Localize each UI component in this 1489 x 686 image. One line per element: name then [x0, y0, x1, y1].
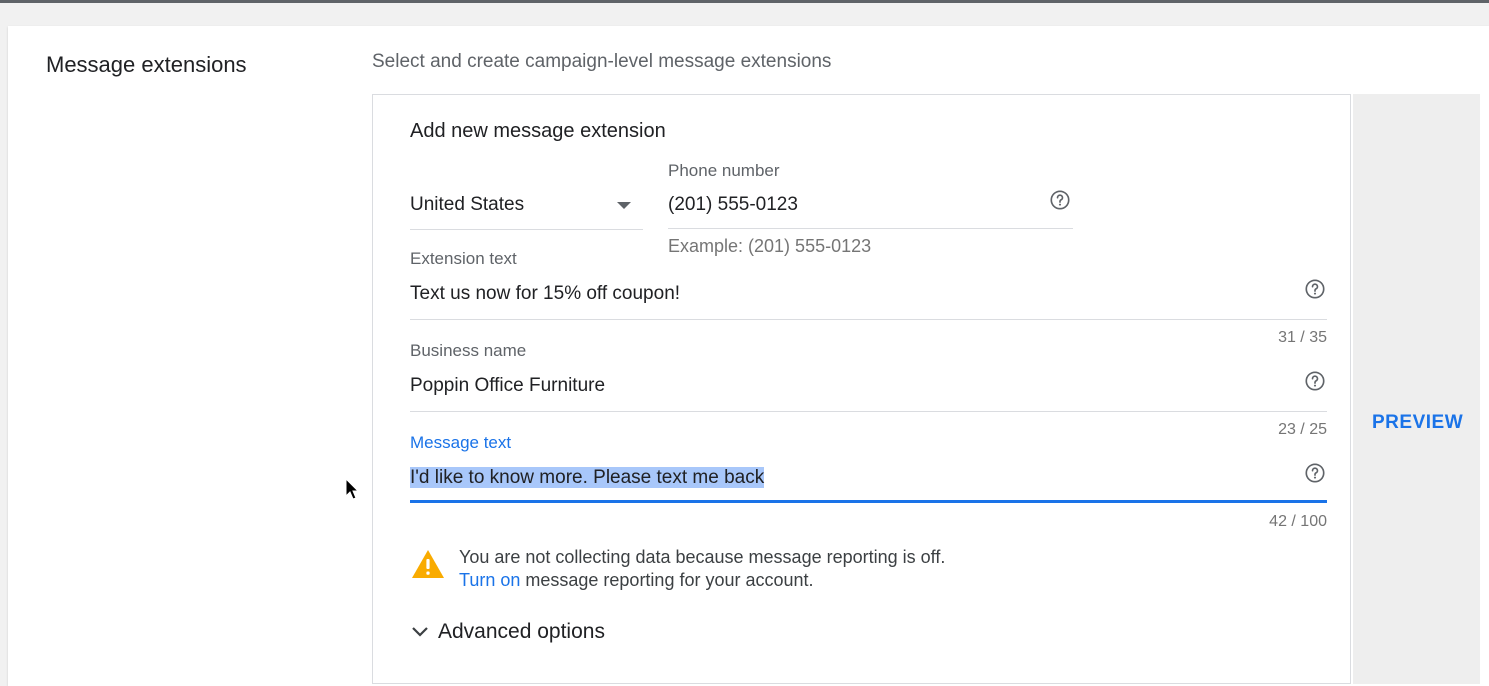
extension-text-counter: 31 / 35: [1278, 329, 1327, 346]
message-text-selection: I'd like to know more. Please text me ba…: [410, 467, 765, 488]
top-divider: [0, 0, 1489, 3]
phone-number-label: Phone number: [668, 161, 780, 180]
message-text-counter: 42 / 100: [1269, 513, 1327, 530]
business-name-underline: [410, 411, 1327, 412]
phone-number-input[interactable]: (201) 555-0123: [668, 194, 798, 216]
message-text-underline: [410, 500, 1327, 503]
country-select-underline: [410, 229, 643, 230]
business-name-label: Business name: [410, 341, 527, 360]
extension-text-underline: [410, 319, 1327, 320]
section-title: Message extensions: [46, 52, 247, 77]
mouse-pointer-icon: [345, 478, 360, 500]
phone-number-helper: Example: (201) 555-0123: [668, 236, 872, 256]
warning-line-1: You are not collecting data because mess…: [459, 547, 946, 567]
warning-line-2-text: message reporting for your account.: [520, 570, 814, 590]
warning-line-2: Turn on message reporting for your accou…: [459, 569, 945, 592]
message-text-label: Message text: [410, 433, 512, 452]
message-text-input[interactable]: I'd like to know more. Please text me ba…: [410, 467, 765, 489]
help-icon[interactable]: [1304, 462, 1326, 484]
warning-icon: [412, 550, 444, 578]
help-icon[interactable]: [1049, 189, 1071, 211]
preview-pane: [1353, 94, 1480, 684]
chevron-down-icon: [412, 627, 428, 637]
help-icon[interactable]: [1304, 370, 1326, 392]
form-heading: Add new message extension: [410, 120, 666, 142]
advanced-options-label: Advanced options: [438, 620, 605, 643]
preview-button[interactable]: PREVIEW: [1372, 412, 1463, 434]
chevron-down-icon[interactable]: [617, 202, 631, 209]
business-name-input[interactable]: Poppin Office Furniture: [410, 375, 605, 397]
turn-on-link[interactable]: Turn on: [459, 570, 520, 590]
help-icon[interactable]: [1304, 278, 1326, 300]
extension-text-input[interactable]: Text us now for 15% off coupon!: [410, 283, 680, 305]
business-name-counter: 23 / 25: [1278, 421, 1327, 438]
warning-message: You are not collecting data because mess…: [459, 546, 945, 592]
phone-number-underline: [668, 228, 1073, 229]
section-description: Select and create campaign-level message…: [372, 51, 832, 72]
country-select[interactable]: United States: [410, 194, 524, 216]
advanced-options-toggle[interactable]: Advanced options: [410, 620, 605, 644]
extension-text-label: Extension text: [410, 249, 517, 268]
